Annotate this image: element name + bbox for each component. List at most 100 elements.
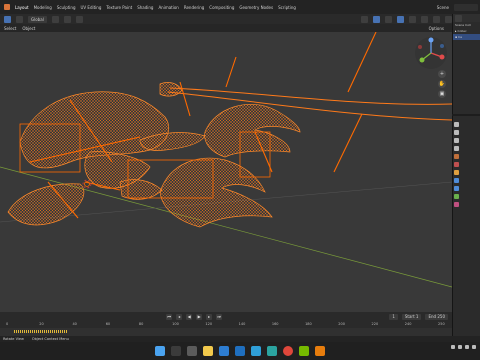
frame-end-field[interactable]: End 250 xyxy=(425,313,448,320)
current-frame-field[interactable]: 1 xyxy=(389,313,398,320)
object-tab-icon[interactable] xyxy=(453,170,459,175)
visibility-icon[interactable] xyxy=(361,15,368,23)
outliner-row[interactable]: ▪ Ca xyxy=(453,34,480,40)
material-tab-icon[interactable] xyxy=(453,202,459,207)
outliner-filter-icon[interactable] xyxy=(455,14,462,22)
mail-icon[interactable] xyxy=(235,346,245,356)
status-mid-text: Object Context Menu xyxy=(31,337,69,341)
system-tray xyxy=(451,345,476,349)
overlay-toggle-icon[interactable] xyxy=(385,15,392,23)
wifi-icon[interactable] xyxy=(458,345,462,349)
camera-view-icon[interactable]: ▣ xyxy=(438,90,446,98)
outliner-row-label: Ca xyxy=(458,35,462,39)
blender-icon[interactable] xyxy=(315,346,325,356)
object-mode-icon[interactable] xyxy=(16,15,23,23)
view-layer-tab-icon[interactable] xyxy=(453,146,459,151)
3d-viewport[interactable]: + ✋ ▣ xyxy=(0,32,452,312)
tab-texture-paint[interactable]: Texture Paint xyxy=(106,5,132,10)
ruler-tick-label: 80 xyxy=(138,322,144,326)
navigation-gizmo[interactable] xyxy=(414,36,448,70)
ruler-tick-label: 200 xyxy=(338,322,345,326)
chevron-up-icon[interactable] xyxy=(451,345,455,349)
ruler-tick-label: 250 xyxy=(438,322,445,326)
pan-hand-icon[interactable]: ✋ xyxy=(438,80,446,88)
shading-material-icon[interactable] xyxy=(433,15,440,23)
tab-modeling[interactable]: Modeling xyxy=(34,5,52,10)
crayfish-mesh[interactable] xyxy=(7,82,301,228)
physics-tab-icon[interactable] xyxy=(453,194,459,199)
ruler-tick-label: 220 xyxy=(371,322,379,326)
windows-start-icon[interactable] xyxy=(155,346,165,356)
tab-animation[interactable]: Animation xyxy=(158,5,178,10)
options-menu[interactable]: Options xyxy=(429,26,444,31)
zoom-icon[interactable]: + xyxy=(438,70,446,78)
outliner-panel: Scene Coll ▸ Collec ▪ Ca xyxy=(452,14,480,114)
viewport-menu-row: Select Object Options xyxy=(0,24,452,32)
blender-logo-icon[interactable] xyxy=(4,4,10,10)
tab-scripting[interactable]: Scripting xyxy=(278,5,296,10)
orientation-label: Global xyxy=(31,16,44,22)
tab-shading[interactable]: Shading xyxy=(137,5,153,10)
store-icon[interactable] xyxy=(219,346,229,356)
jump-end-icon[interactable]: ⏭ xyxy=(216,313,223,320)
task-view-icon[interactable] xyxy=(187,346,197,356)
tool-tab-icon[interactable] xyxy=(453,122,459,127)
shading-wireframe-icon[interactable] xyxy=(409,15,416,23)
keyframe-strip[interactable] xyxy=(14,330,68,333)
play-icon[interactable]: ▶ xyxy=(196,313,203,320)
next-key-icon[interactable]: ▸ xyxy=(206,313,213,320)
collection-icon: ▸ xyxy=(455,29,457,33)
explorer-icon[interactable] xyxy=(203,346,213,356)
object-menu[interactable]: Object xyxy=(22,26,35,31)
proportional-edit-icon[interactable] xyxy=(75,15,83,23)
frame-start-label: Start xyxy=(404,314,415,319)
editor-type-icon[interactable] xyxy=(4,15,11,23)
particles-tab-icon[interactable] xyxy=(453,186,459,191)
world-tab-icon[interactable] xyxy=(453,162,459,167)
scene-selector[interactable]: Scene xyxy=(437,5,449,10)
gizmo-toggle-icon[interactable] xyxy=(373,15,380,23)
tab-sculpting[interactable]: Sculpting xyxy=(57,5,76,10)
ruler-tick-label: 180 xyxy=(305,322,312,326)
select-menu[interactable]: Select xyxy=(4,26,16,31)
ruler-tick-label: 140 xyxy=(238,322,246,326)
outliner-row-label: Scene Coll xyxy=(455,23,471,27)
outliner-header xyxy=(453,14,480,22)
shading-solid-icon[interactable] xyxy=(421,15,428,23)
prev-key-icon[interactable]: ◂ xyxy=(176,313,183,320)
snap-icon[interactable] xyxy=(63,15,71,23)
antennae-curves xyxy=(167,87,452,121)
photos-icon[interactable] xyxy=(251,346,261,356)
nvidia-icon[interactable] xyxy=(299,346,309,356)
viewport-header: Global xyxy=(0,14,452,24)
chrome-icon[interactable] xyxy=(283,346,293,356)
viewport-canvas[interactable] xyxy=(0,32,452,312)
ruler-tick-label: 240 xyxy=(404,322,412,326)
edge-icon[interactable] xyxy=(267,346,277,356)
tab-compositing[interactable]: Compositing xyxy=(209,5,234,10)
xray-toggle-icon[interactable] xyxy=(397,15,404,23)
volume-icon[interactable] xyxy=(465,345,469,349)
tab-rendering[interactable]: Rendering xyxy=(184,5,204,10)
ruler-tick-label: 100 xyxy=(172,322,179,326)
transform-orientation-dropdown[interactable]: Global xyxy=(28,15,47,23)
tab-uv-editing[interactable]: UV Editing xyxy=(81,5,102,10)
ruler-tick-label: 0 xyxy=(6,322,9,326)
pivot-icon[interactable] xyxy=(51,15,59,23)
frame-ruler[interactable]: 0 20 40 60 80 100 120 140 160 180 200 220 240 250 xyxy=(0,321,452,328)
tab-geometry-nodes[interactable]: Geometry Nodes xyxy=(239,5,273,10)
search-icon[interactable] xyxy=(171,346,181,356)
view-layer-field[interactable] xyxy=(454,3,478,11)
tab-layout[interactable]: Layout xyxy=(15,5,29,10)
frame-start-field[interactable]: Start 1 xyxy=(401,313,422,320)
ruler-tick-label: 60 xyxy=(105,322,111,326)
battery-icon[interactable] xyxy=(472,345,476,349)
shading-rendered-icon[interactable] xyxy=(445,15,452,23)
render-tab-icon[interactable] xyxy=(453,130,459,135)
output-tab-icon[interactable] xyxy=(453,138,459,143)
jump-start-icon[interactable]: ⏮ xyxy=(166,313,173,320)
ruler-tick-label: 20 xyxy=(39,322,44,326)
play-reverse-icon[interactable]: ◀ xyxy=(186,313,193,320)
modifier-tab-icon[interactable] xyxy=(453,178,459,183)
scene-tab-icon[interactable] xyxy=(453,154,459,159)
